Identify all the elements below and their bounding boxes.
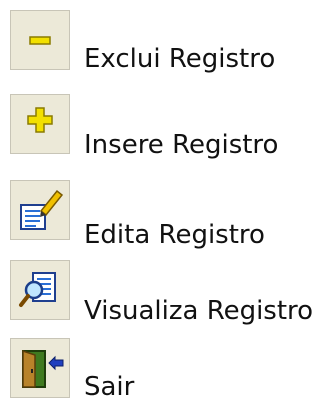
action-sair[interactable]: Sair	[0, 328, 313, 402]
action-insere-registro[interactable]: Insere Registro	[0, 84, 313, 160]
view-record-label[interactable]: Visualiza Registro	[84, 296, 313, 326]
exit-label[interactable]: Sair	[84, 372, 134, 402]
insert-record-label[interactable]: Insere Registro	[84, 130, 278, 160]
minus-icon	[29, 36, 51, 45]
action-visualiza-registro[interactable]: Visualiza Registro	[0, 250, 313, 326]
view-document-icon	[19, 272, 56, 307]
action-edita-registro[interactable]: Edita Registro	[0, 170, 313, 250]
edit-record-label[interactable]: Edita Registro	[84, 220, 265, 250]
delete-record-button[interactable]	[10, 10, 70, 70]
edit-record-button[interactable]	[10, 180, 70, 240]
insert-record-button[interactable]	[10, 94, 70, 154]
delete-record-label[interactable]: Exclui Registro	[84, 44, 275, 74]
plus-icon	[27, 107, 53, 133]
edit-document-icon	[20, 189, 64, 230]
exit-button[interactable]	[10, 338, 70, 398]
action-exclui-registro[interactable]: Exclui Registro	[0, 0, 313, 74]
exit-door-icon	[22, 349, 64, 388]
view-record-button[interactable]	[10, 260, 70, 320]
